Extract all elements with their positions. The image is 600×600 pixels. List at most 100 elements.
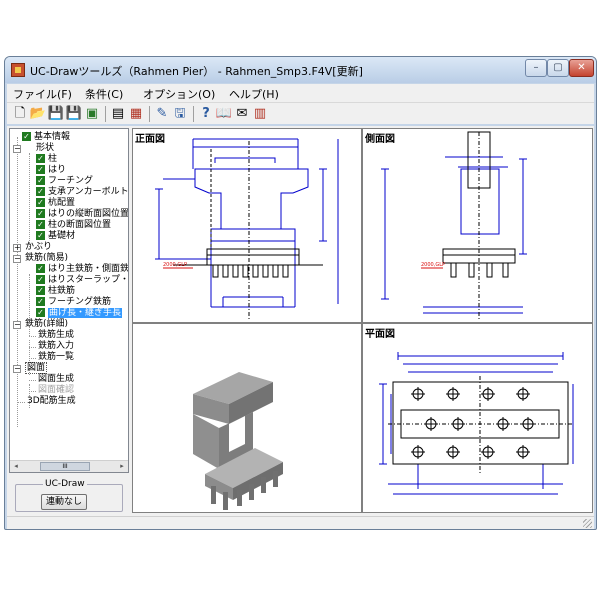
tree-item-anchor-bolt[interactable]: ✓ 支承アンカーボルト (36, 187, 128, 198)
mail-icon[interactable]: ✉ (233, 105, 251, 123)
checkbox-icon[interactable]: ✓ (22, 132, 31, 141)
monitor-icon[interactable]: 🖫 (171, 105, 189, 123)
tree-item-column-rebar[interactable]: ✓ 柱鉄筋 (36, 286, 75, 297)
tree-item-foundation-material[interactable]: ✓ 基礎材 (36, 231, 75, 242)
checkbox-icon[interactable]: ✓ (36, 286, 45, 295)
checkbox-icon[interactable]: ✓ (36, 231, 45, 240)
checkbox-icon[interactable]: ✓ (36, 264, 45, 273)
tree-item-beam-section-position[interactable]: ✓ はりの縦断面図位置 (36, 209, 128, 220)
side-view-pane[interactable]: 側面図 2000,GLP (363, 129, 592, 322)
collapse-icon[interactable]: − (13, 321, 21, 329)
scroll-left-icon[interactable]: ◂ (10, 461, 22, 472)
client-area: ✓ 基本情報 − 形状 ✓ 柱 ✓ はり ✓ フーチング ✓ 支承アンカーボルト ✓ 杭配置… (7, 126, 594, 516)
toolbar-separator (105, 106, 106, 122)
tree-guide (17, 402, 25, 403)
tree-item-rebar-simple[interactable]: 鉄筋(簡易) (25, 253, 68, 264)
maximize-button[interactable]: ▢ (547, 59, 569, 77)
tree-guide (29, 391, 36, 392)
tree-item-beam-main-rebar[interactable]: ✓ はり主鉄筋・側面鉄 (36, 264, 128, 275)
front-ground-label: 2000,GLP (163, 262, 187, 268)
checkbox-icon[interactable]: ✓ (36, 220, 45, 229)
tree-item-pile-layout[interactable]: ✓ 杭配置 (36, 198, 75, 209)
tree-guide (29, 380, 36, 381)
menu-options[interactable]: オプション(O) (143, 86, 215, 102)
tree-guide (29, 153, 30, 247)
checkbox-icon[interactable]: ✓ (36, 275, 45, 284)
tree-item-cover[interactable]: かぶり (25, 242, 52, 253)
title-bar[interactable]: UC-Drawツールズ（Rahmen Pier） - Rahmen_Smp3.F… (5, 57, 596, 83)
tree-guide (29, 347, 36, 348)
tree-item-drawings[interactable]: 図面 (25, 362, 48, 374)
scroll-right-icon[interactable]: ▸ (116, 461, 128, 472)
tree-item-beam-stirrup[interactable]: ✓ はりスターラップ・( (36, 275, 128, 286)
horizontal-scrollbar[interactable]: ◂ III ▸ (10, 460, 128, 472)
tree-item-basic-info[interactable]: ✓ 基本情報 (22, 132, 70, 143)
tree-guide (17, 137, 18, 427)
uc-draw-group: UC-Draw 連動なし (15, 479, 123, 512)
tree-item-rebar-generate[interactable]: 鉄筋生成 (38, 330, 74, 341)
resize-grip-icon[interactable] (583, 519, 592, 528)
collapse-icon[interactable]: − (13, 365, 21, 373)
uc-draw-group-label: UC-Draw (43, 479, 87, 489)
open-folder-icon[interactable]: 📂 (29, 105, 47, 123)
new-document-icon[interactable]: 🗋 (11, 105, 29, 123)
checkbox-icon[interactable]: ✓ (36, 297, 45, 306)
checkbox-icon[interactable]: ✓ (36, 176, 45, 185)
tree-item-rebar-input[interactable]: 鉄筋入力 (38, 341, 74, 352)
help-icon[interactable]: ? (197, 105, 215, 123)
side-ground-label: 2000,GLP (421, 262, 445, 268)
image-icon[interactable]: ▣ (83, 105, 101, 123)
minimize-button[interactable]: – (525, 59, 547, 77)
checkbox-icon[interactable]: ✓ (36, 198, 45, 207)
pier-3d-model (193, 372, 283, 510)
menu-file[interactable]: ファイル(F) (13, 86, 72, 102)
window-title: UC-Drawツールズ（Rahmen Pier） - Rahmen_Smp3.F… (30, 65, 363, 78)
save-icon[interactable]: 💾 (47, 105, 65, 123)
book-icon[interactable]: 📖 (215, 105, 233, 123)
checkbox-icon[interactable]: ✓ (36, 308, 45, 317)
calculator-icon[interactable]: ▥ (251, 105, 269, 123)
link-mode-button[interactable]: 連動なし (41, 494, 87, 510)
tree-item-3d-rebar[interactable]: 3D配筋生成 (27, 396, 76, 407)
tree-guide (29, 336, 36, 337)
side-view-drawing: 2000,GLP (381, 131, 527, 319)
checkbox-icon[interactable]: ✓ (36, 187, 45, 196)
menu-bar: ファイル(F) 条件(C) オプション(O) ヘルプ(H) (7, 84, 594, 102)
app-window: UC-Drawツールズ（Rahmen Pier） - Rahmen_Smp3.F… (4, 56, 597, 530)
plan-view-pane[interactable]: 平面図 (363, 324, 592, 512)
table-icon[interactable]: ▦ (127, 105, 145, 123)
app-icon (11, 63, 25, 77)
toolbar: 🗋 📂 💾 💾 ▣ ▤ ▦ ✎ 🖫 ? 📖 ✉ ▥ (7, 102, 594, 124)
expand-icon[interactable]: + (13, 244, 21, 252)
tree-view[interactable]: ✓ 基本情報 − 形状 ✓ 柱 ✓ はり ✓ フーチング ✓ 支承アンカーボルト ✓ 杭配置… (9, 128, 129, 473)
collapse-icon[interactable]: − (13, 255, 21, 263)
tree-item-beam[interactable]: ✓ はり (36, 165, 66, 176)
scroll-thumb[interactable]: III (40, 462, 90, 471)
tree-item-column-section-position[interactable]: ✓ 柱の断面図位置 (36, 220, 111, 231)
tree-item-bend-length[interactable]: ✓ 曲げ長・継ぎ手長 (36, 308, 123, 319)
menu-conditions[interactable]: 条件(C) (85, 86, 123, 102)
save-as-icon[interactable]: 💾 (65, 105, 83, 123)
tree-guide (29, 358, 36, 359)
menu-help[interactable]: ヘルプ(H) (229, 86, 279, 102)
checkbox-icon[interactable]: ✓ (36, 154, 45, 163)
tree-item-footing-rebar[interactable]: ✓ フーチング鉄筋 (36, 297, 111, 308)
front-view-drawing: 2000,GLP (155, 138, 339, 319)
tree-item-column[interactable]: ✓ 柱 (36, 154, 57, 165)
collapse-icon[interactable]: − (13, 145, 21, 153)
checkbox-icon[interactable]: ✓ (36, 165, 45, 174)
tree-item-shape[interactable]: 形状 (36, 143, 54, 154)
toolbar-separator (149, 106, 150, 122)
tree-item-drawing-generate[interactable]: 図面生成 (38, 374, 74, 385)
plan-view-drawing (379, 352, 574, 495)
tree-item-drawing-check[interactable]: 図面確認 (38, 385, 74, 396)
front-view-pane[interactable]: 正面図 2000,GLP (133, 129, 361, 322)
tree-item-rebar-detail[interactable]: 鉄筋(詳細) (25, 319, 68, 330)
display-icon[interactable]: ▤ (109, 105, 127, 123)
drawing-views: 正面図 2000,GLP 側面図 2000,GLP 平面図 (132, 128, 593, 513)
close-button[interactable]: ✕ (569, 59, 594, 77)
edit-icon[interactable]: ✎ (153, 105, 171, 123)
model-3d-pane[interactable] (133, 324, 361, 512)
tree-item-footing[interactable]: ✓ フーチング (36, 176, 93, 187)
checkbox-icon[interactable]: ✓ (36, 209, 45, 218)
